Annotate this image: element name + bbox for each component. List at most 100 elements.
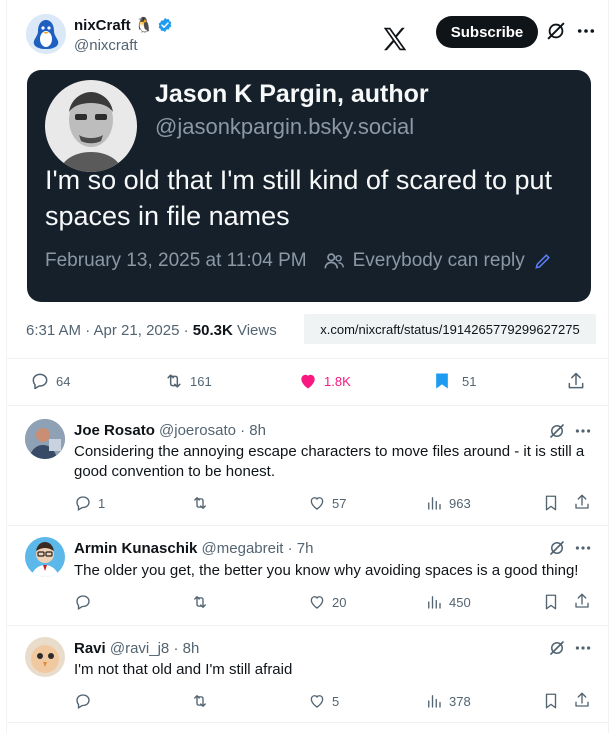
heart-icon (310, 497, 324, 510)
repost-count: 161 (190, 373, 212, 389)
share-icon[interactable] (573, 691, 591, 709)
post-meta: 6:31 AM · Apr 21, 2025 · 50.3K Views (26, 322, 277, 339)
heart-icon (310, 695, 324, 708)
bookmark-filled-icon (436, 373, 448, 389)
author-name[interactable]: nixCraft (74, 17, 131, 34)
bookmark-button[interactable]: 51 (432, 371, 476, 391)
divider (7, 358, 608, 359)
repost-icon (194, 596, 206, 608)
reply-author-handle[interactable]: @ravi_j8 · 8h (110, 640, 199, 657)
bird-avatar-icon (25, 637, 65, 677)
reply-author-handle[interactable]: @megabreit · 7h (202, 540, 314, 557)
share-button[interactable] (566, 371, 586, 391)
divider (7, 722, 608, 723)
reply-icon (76, 694, 90, 709)
reply-text: The older you get, the better you know w… (74, 562, 579, 579)
reply-author-name[interactable]: Ravi (74, 640, 106, 657)
reply-button[interactable] (74, 692, 98, 710)
repost-icon (194, 497, 206, 509)
like-button[interactable]: 20 (308, 593, 346, 611)
grok-icon[interactable] (548, 539, 566, 557)
like-button[interactable]: 1.8K (298, 371, 351, 391)
share-icon (568, 372, 584, 389)
reply-author-name[interactable]: Joe Rosato (74, 422, 155, 439)
reply-text: Considering the annoying escape characte… (74, 443, 585, 480)
reply-button[interactable] (74, 593, 98, 611)
reply-header: Armin Kunaschik @megabreit · 7h (74, 540, 314, 557)
more-options-icon[interactable] (573, 640, 593, 656)
analytics-icon (428, 596, 441, 609)
share-icon[interactable] (573, 592, 591, 610)
reply-icon (32, 373, 48, 390)
view-count: 450 (449, 594, 471, 610)
reply-avatar[interactable] (25, 419, 65, 459)
like-button[interactable]: 5 (308, 692, 339, 710)
reply-header: Ravi @ravi_j8 · 8h (74, 640, 199, 657)
reply-author-name[interactable]: Armin Kunaschik (74, 540, 197, 557)
post-time[interactable]: 6:31 AM · Apr 21, 2025 · (26, 322, 193, 339)
analytics-icon (428, 695, 441, 708)
repost-button[interactable] (191, 692, 215, 710)
card-author-name: Jason K Pargin, author (155, 80, 429, 108)
reply-button[interactable]: 1 (74, 494, 105, 512)
grok-icon[interactable] (548, 422, 566, 440)
repost-button[interactable] (191, 494, 215, 512)
like-count: 57 (332, 495, 347, 511)
reply-count: 64 (56, 373, 71, 389)
author-name-row[interactable]: nixCraft 🐧 (74, 16, 173, 34)
share-icon[interactable] (573, 493, 591, 511)
subscribe-button[interactable]: Subscribe (436, 16, 538, 48)
view-count: 50.3K (192, 322, 233, 339)
author-avatar[interactable] (26, 14, 66, 54)
portrait-icon (45, 80, 137, 172)
reply-icon (76, 595, 90, 610)
views-button[interactable]: 378 (425, 692, 471, 710)
post-url[interactable]: x.com/nixcraft/status/191426577929962727… (304, 314, 596, 344)
card-post-text: I'm so old that I'm still kind of scared… (45, 165, 553, 231)
card-date: February 13, 2025 at 11:04 PM (45, 250, 307, 271)
reply-author-handle[interactable]: @joerosato · 8h (159, 422, 266, 439)
views-button[interactable]: 450 (425, 593, 471, 611)
reply-avatar[interactable] (25, 537, 65, 577)
reply-text: I'm not that old and I'm still afraid (74, 661, 293, 678)
card-audience: Everybody can reply (352, 250, 525, 271)
card-author-avatar (45, 80, 137, 172)
reply-button[interactable]: 64 (30, 371, 70, 391)
embedded-screenshot-card[interactable]: Jason K Pargin, author @jasonkpargin.bsk… (27, 70, 591, 302)
repost-icon (167, 374, 181, 388)
like-button[interactable]: 57 (308, 494, 346, 512)
cartoon-avatar-icon (25, 537, 65, 577)
view-count: 963 (449, 495, 471, 511)
bookmark-icon[interactable] (542, 692, 560, 710)
bookmark-icon[interactable] (542, 494, 560, 512)
verified-badge-icon (159, 18, 172, 32)
views-button[interactable]: 963 (425, 494, 471, 512)
like-count: 20 (332, 594, 347, 610)
grok-icon[interactable] (545, 20, 567, 42)
reply-item[interactable]: Joe Rosato @joerosato · 8h Considering t… (7, 405, 608, 525)
avatar-photo-icon (25, 419, 65, 459)
penguin-emoji: 🐧 (134, 17, 154, 34)
x-logo-icon[interactable] (380, 24, 410, 54)
card-author-handle: @jasonkpargin.bsky.social (155, 114, 415, 139)
reply-header: Joe Rosato @joerosato · 8h (74, 422, 266, 439)
reply-avatar[interactable] (25, 637, 65, 677)
people-icon (324, 253, 344, 269)
more-options-icon[interactable] (573, 540, 593, 556)
bookmark-icon[interactable] (542, 593, 560, 611)
tux-logo-icon (26, 14, 66, 54)
more-options-icon[interactable] (573, 423, 593, 439)
reply-item[interactable]: Ravi @ravi_j8 · 8h I'm not that old and … (7, 625, 608, 725)
author-handle[interactable]: @nixcraft (74, 37, 138, 54)
reply-icon (76, 496, 90, 511)
grok-icon[interactable] (548, 639, 566, 657)
reply-count: 1 (98, 495, 106, 511)
heart-icon (310, 596, 324, 609)
views-label: Views (232, 322, 277, 339)
analytics-icon (428, 497, 441, 510)
repost-button[interactable] (191, 593, 215, 611)
repost-button[interactable]: 161 (164, 371, 212, 391)
more-options-icon[interactable] (575, 22, 597, 40)
bookmark-count: 51 (462, 373, 477, 389)
reply-item[interactable]: Armin Kunaschik @megabreit · 7h The olde… (7, 525, 608, 625)
